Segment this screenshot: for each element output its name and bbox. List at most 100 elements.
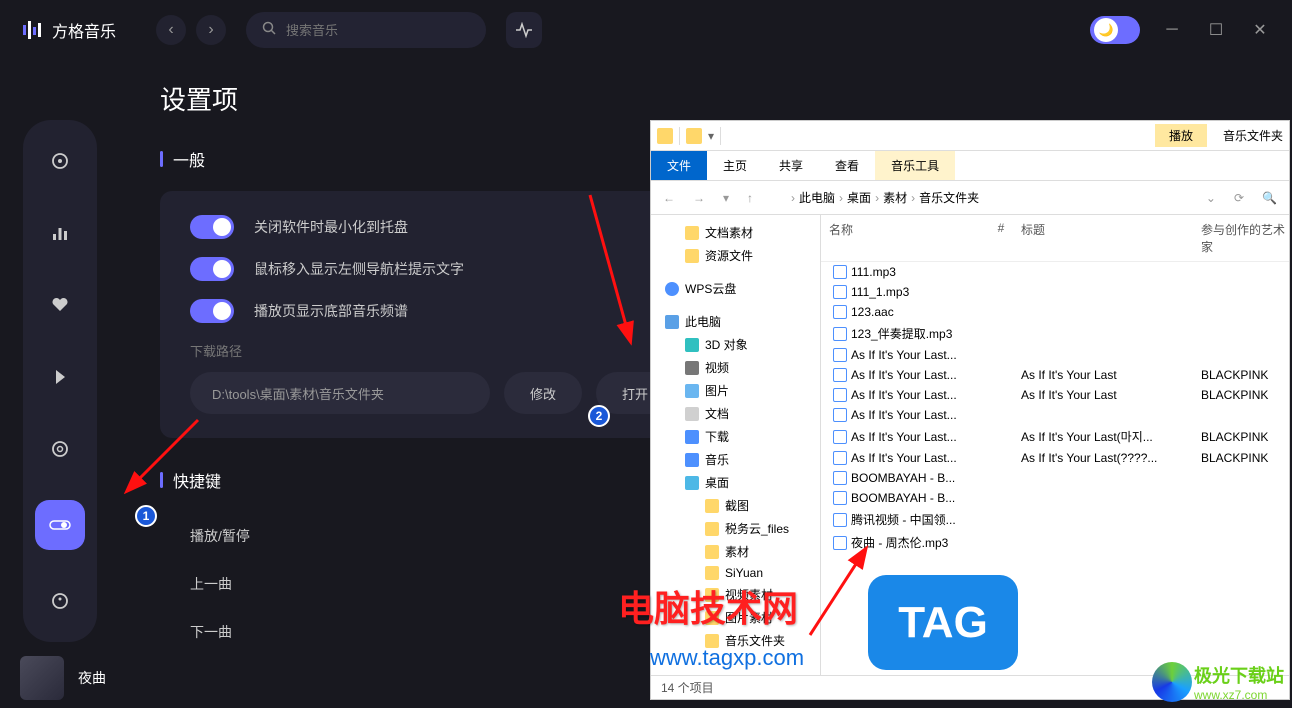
- sidebar: [0, 60, 120, 648]
- file-row[interactable]: BOOMBAYAH - B...: [821, 488, 1289, 508]
- file-row[interactable]: As If It's Your Last...: [821, 405, 1289, 425]
- sidebar-item-disc[interactable]: [39, 428, 81, 470]
- tree-picmat[interactable]: 图片素材: [651, 606, 820, 629]
- modify-button[interactable]: 修改: [504, 372, 582, 414]
- page-title: 设置项: [160, 80, 1252, 117]
- player-album-art[interactable]: [20, 656, 64, 700]
- addr-folder-icon: [767, 191, 781, 205]
- breadcrumb[interactable]: ›此电脑 ›桌面 ›素材 ›音乐文件夹: [791, 189, 1192, 206]
- file-row[interactable]: 111_1.mp3: [821, 282, 1289, 302]
- file-row[interactable]: 123.aac: [821, 302, 1289, 322]
- player-track-title: 夜曲: [78, 668, 106, 688]
- tree-res[interactable]: 资源文件: [651, 244, 820, 267]
- search-input[interactable]: [286, 23, 470, 38]
- file-icon: [833, 285, 847, 299]
- tree-dl[interactable]: 下载: [651, 425, 820, 448]
- tree-material[interactable]: 素材: [651, 540, 820, 563]
- col-title[interactable]: 标题: [1021, 221, 1201, 255]
- explorer-ribbon-tabs: 文件 主页 共享 查看 音乐工具: [651, 151, 1289, 181]
- theme-toggle[interactable]: [1090, 16, 1140, 44]
- nav-back-icon[interactable]: ←: [659, 191, 679, 205]
- nav-up-icon[interactable]: ↑: [743, 191, 757, 205]
- addr-dropdown-icon[interactable]: ⌄: [1202, 191, 1220, 205]
- tree-screenshot[interactable]: 截图: [651, 494, 820, 517]
- label-hover-sidebar: 鼠标移入显示左侧导航栏提示文字: [254, 259, 464, 279]
- logo-icon: [20, 18, 44, 42]
- pulse-button[interactable]: [506, 12, 542, 48]
- close-button[interactable]: ✕: [1248, 20, 1272, 40]
- file-row[interactable]: 111.mp3: [821, 262, 1289, 282]
- file-row[interactable]: As If It's Your Last...As If It's Your L…: [821, 425, 1289, 448]
- file-row[interactable]: 123_伴奏提取.mp3: [821, 322, 1289, 345]
- switch-hover-sidebar[interactable]: [190, 257, 234, 281]
- tree-wps[interactable]: WPS云盘: [651, 277, 820, 300]
- file-row[interactable]: As If It's Your Last...: [821, 345, 1289, 365]
- file-icon: [833, 430, 847, 444]
- file-row[interactable]: As If It's Your Last...As If It's Your L…: [821, 365, 1289, 385]
- tree-vidmat[interactable]: 视频素材: [651, 583, 820, 606]
- app-logo: 方格音乐: [20, 18, 116, 42]
- app-name: 方格音乐: [52, 18, 116, 42]
- file-row[interactable]: As If It's Your Last...As If It's Your L…: [821, 448, 1289, 468]
- file-row[interactable]: As If It's Your Last...As If It's Your L…: [821, 385, 1289, 405]
- tab-home[interactable]: 主页: [707, 151, 763, 180]
- search-box[interactable]: [246, 12, 486, 48]
- file-icon: [833, 348, 847, 362]
- search-folder-icon[interactable]: 🔍: [1258, 191, 1281, 205]
- tree-tax[interactable]: 税务云_files: [651, 517, 820, 540]
- file-icon: [833, 388, 847, 402]
- tree-video[interactable]: 视频: [651, 356, 820, 379]
- nav-forward-button[interactable]: ›: [196, 15, 226, 45]
- sidebar-item-clock[interactable]: [39, 580, 81, 622]
- tree-doc[interactable]: 文档: [651, 402, 820, 425]
- sidebar-item-discover[interactable]: [39, 140, 81, 182]
- explorer-window: ▾ 播放 音乐文件夹 文件 主页 共享 查看 音乐工具 ← → ▾ ↑ ›此电脑…: [650, 120, 1290, 700]
- file-row[interactable]: 腾讯视频 - 中国领...: [821, 508, 1289, 531]
- tree-pic[interactable]: 图片: [651, 379, 820, 402]
- tab-file[interactable]: 文件: [651, 151, 707, 180]
- switch-visualizer[interactable]: [190, 299, 234, 323]
- tree-docs[interactable]: 文档素材: [651, 221, 820, 244]
- file-row[interactable]: 夜曲 - 周杰伦.mp3: [821, 531, 1289, 554]
- sidebar-item-favorite[interactable]: [39, 284, 81, 326]
- tree-3d[interactable]: 3D 对象: [651, 333, 820, 356]
- sidebar-item-playlist[interactable]: [39, 356, 81, 398]
- explorer-status: 14 个项目: [651, 675, 1289, 699]
- col-num[interactable]: #: [981, 221, 1021, 255]
- download-path-display: D:\tools\桌面\素材\音乐文件夹: [190, 372, 490, 414]
- tab-view[interactable]: 查看: [819, 151, 875, 180]
- sidebar-item-settings[interactable]: [35, 500, 85, 550]
- explorer-addressbar: ← → ▾ ↑ ›此电脑 ›桌面 ›素材 ›音乐文件夹 ⌄ ⟳ 🔍: [651, 181, 1289, 215]
- nav-back-button[interactable]: ‹: [156, 15, 186, 45]
- file-icon: [833, 305, 847, 319]
- tree-siyuan[interactable]: SiYuan: [651, 563, 820, 583]
- tab-music-tools[interactable]: 音乐工具: [875, 151, 955, 180]
- file-icon: [833, 471, 847, 485]
- nav-hist-icon[interactable]: ▾: [719, 191, 733, 205]
- col-name[interactable]: 名称: [821, 221, 981, 255]
- file-row[interactable]: BOOMBAYAH - B...: [821, 468, 1289, 488]
- col-artist[interactable]: 参与创作的艺术家: [1201, 221, 1289, 255]
- file-header: 名称 # 标题 参与创作的艺术家: [821, 215, 1289, 262]
- switch-close-tray[interactable]: [190, 215, 234, 239]
- tab-share[interactable]: 共享: [763, 151, 819, 180]
- tree-desk[interactable]: 桌面: [651, 471, 820, 494]
- sidebar-item-chart[interactable]: [39, 212, 81, 254]
- tree-musfolder[interactable]: 音乐文件夹: [651, 629, 820, 652]
- titlebar-folder-icon2: [686, 128, 702, 144]
- explorer-files: 名称 # 标题 参与创作的艺术家 111.mp3111_1.mp3123.aac…: [821, 215, 1289, 675]
- file-icon: [833, 451, 847, 465]
- tree-music[interactable]: 音乐: [651, 448, 820, 471]
- nav-arrows: ‹ ›: [156, 15, 226, 45]
- file-icon: [833, 491, 847, 505]
- minimize-button[interactable]: ─: [1160, 21, 1184, 39]
- label-close-tray: 关闭软件时最小化到托盘: [254, 217, 408, 237]
- titlebar-folder-icon: [657, 128, 673, 144]
- label-visualizer: 播放页显示底部音乐频谱: [254, 301, 408, 321]
- file-icon: [833, 265, 847, 279]
- file-icon: [833, 536, 847, 550]
- maximize-button[interactable]: ☐: [1204, 20, 1228, 40]
- tree-pc[interactable]: 此电脑: [651, 310, 820, 333]
- nav-fwd-icon[interactable]: →: [689, 191, 709, 205]
- refresh-icon[interactable]: ⟳: [1230, 191, 1248, 205]
